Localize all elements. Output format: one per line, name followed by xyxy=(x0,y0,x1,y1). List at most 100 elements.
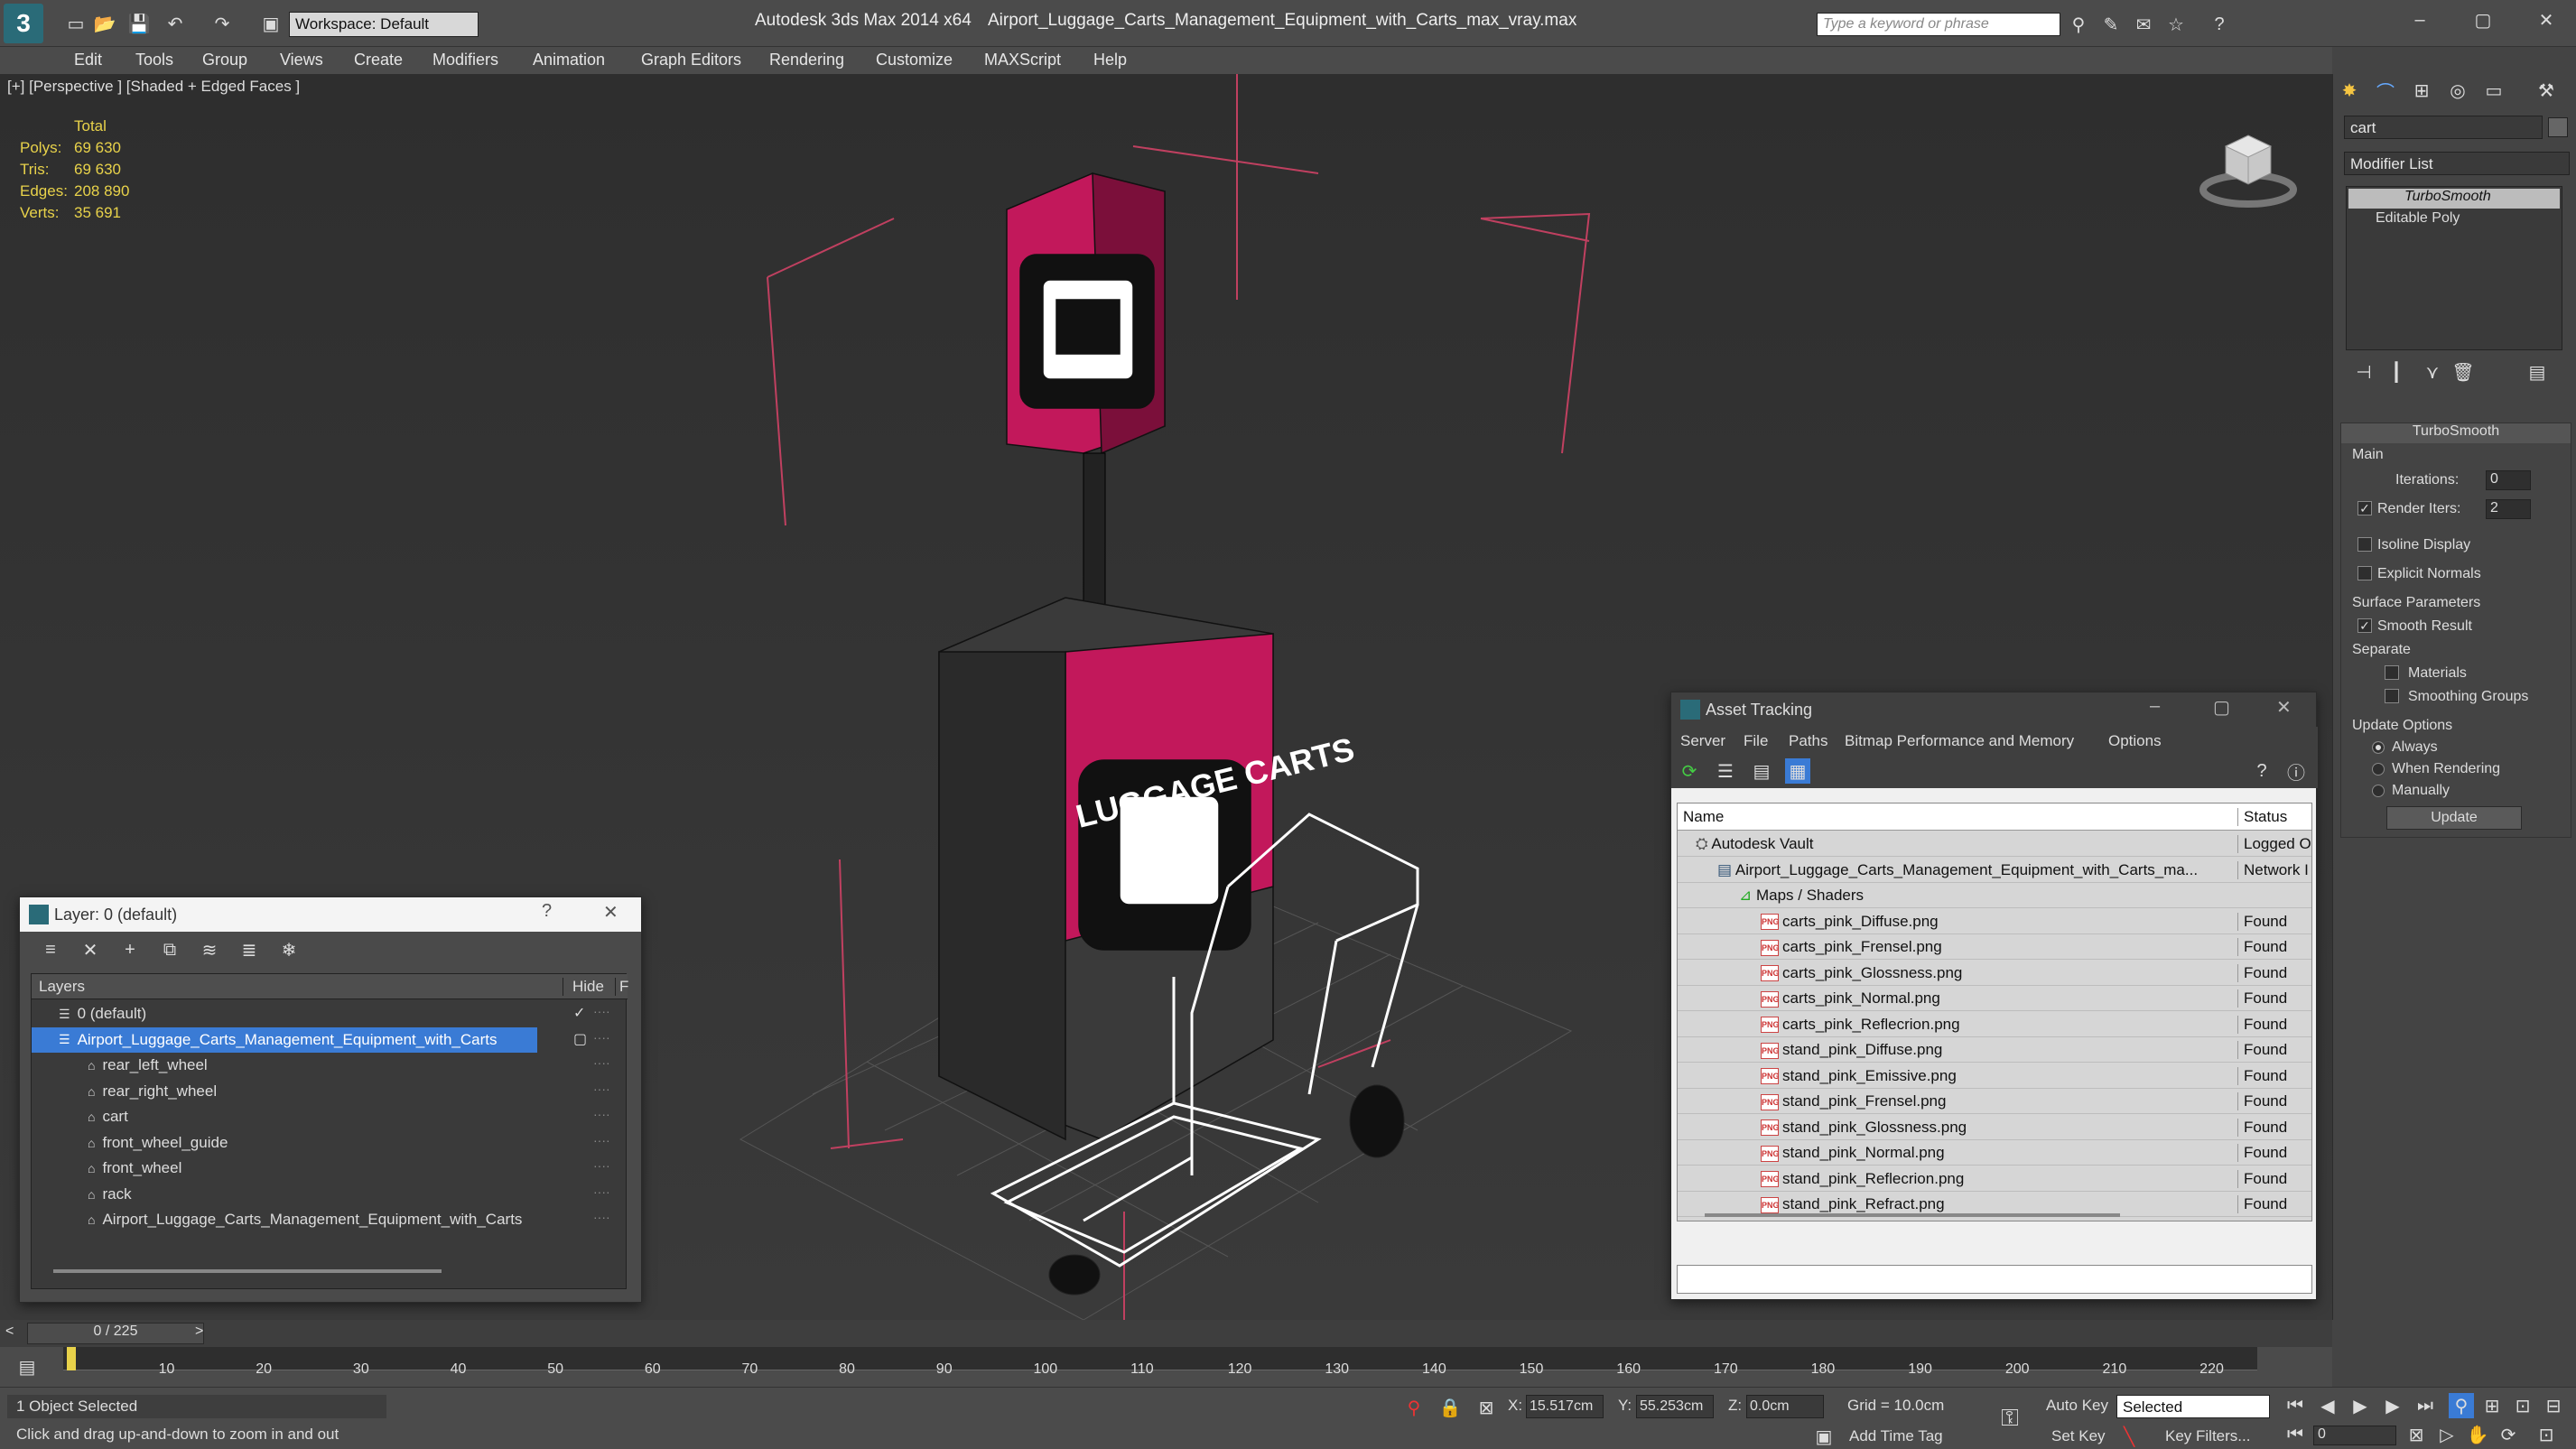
menu-tools[interactable]: Tools xyxy=(135,51,173,70)
key-mode-toggle-icon[interactable]: ⏮ xyxy=(2283,1422,2308,1447)
asset-row[interactable]: PNG carts_pink_Frensel.png Found xyxy=(1678,934,2311,960)
project-folder-icon[interactable]: ▣ xyxy=(258,11,284,36)
set-key-button[interactable]: Set Key xyxy=(2051,1427,2106,1445)
minimize-icon[interactable]: – xyxy=(2407,7,2432,33)
motion-tab-icon[interactable]: ◎ xyxy=(2445,78,2470,103)
remove-modifier-icon[interactable]: 🗑 xyxy=(2450,359,2476,385)
auto-key-button[interactable]: Auto Key xyxy=(2046,1397,2108,1415)
y-coord-field[interactable]: 55.253cm xyxy=(1636,1395,1714,1418)
make-unique-icon[interactable]: ⋎ xyxy=(2420,359,2445,385)
render-iters-spinner[interactable]: 2 xyxy=(2486,499,2531,519)
freeze-toggle-icon[interactable]: ···· xyxy=(593,1082,610,1096)
table-view-icon[interactable]: ▤ xyxy=(1749,758,1774,784)
menu-group[interactable]: Group xyxy=(202,51,247,70)
render-iters-checkbox[interactable]: ✓ xyxy=(2357,501,2372,516)
explicit-normals-checkbox[interactable] xyxy=(2357,566,2372,581)
time-slider[interactable]: 0 / 225 xyxy=(27,1323,204,1344)
freeze-toggle-icon[interactable]: ···· xyxy=(593,1158,610,1173)
zoom-extents-all-icon[interactable]: ⊟ xyxy=(2541,1393,2566,1418)
asset-info-icon[interactable]: ⓘ xyxy=(2283,758,2309,784)
hide-toggle-icon[interactable]: ✓ xyxy=(573,1004,585,1022)
help-icon[interactable]: ? xyxy=(2207,12,2232,37)
layer-row[interactable]: ☰ Airport_Luggage_Carts_Management_Equipm… xyxy=(32,1026,628,1053)
asset-row[interactable]: PNG carts_pink_Glossness.png Found xyxy=(1678,960,2311,986)
menu-modifiers[interactable]: Modifiers xyxy=(432,51,498,70)
utilities-tab-icon[interactable]: ⚒ xyxy=(2534,78,2559,103)
asset-menu-options[interactable]: Options xyxy=(2108,732,2162,750)
asset-path-field[interactable] xyxy=(1677,1265,2312,1294)
workspace-dropdown[interactable]: Workspace: Default xyxy=(289,12,479,37)
highlight-layer-icon[interactable]: ≋ xyxy=(197,937,222,962)
stack-item-editable-poly[interactable]: Editable Poly xyxy=(2348,210,2560,230)
layer-object-row[interactable]: ⌂ cart ···· xyxy=(32,1104,628,1129)
grid-view-icon[interactable]: ▦ xyxy=(1785,758,1810,784)
list-view-icon[interactable]: ☰ xyxy=(1713,758,1738,784)
goto-start-icon[interactable]: ⏮ xyxy=(2283,1393,2308,1418)
isolate-selection-icon[interactable]: ⚲ xyxy=(1401,1395,1427,1420)
zoom-extents-icon[interactable]: ⊡ xyxy=(2510,1393,2535,1418)
menu-maxscript[interactable]: MAXScript xyxy=(984,51,1061,70)
hide-toggle-icon[interactable]: ▢ xyxy=(573,1030,587,1048)
iterations-spinner[interactable]: 0 xyxy=(2486,470,2531,490)
layer-object-row[interactable]: ⌂ Airport_Luggage_Carts_Management_Equipm… xyxy=(32,1207,628,1232)
create-layer-icon[interactable]: ≡ xyxy=(38,937,63,962)
asset-maximize-icon[interactable]: ▢ xyxy=(2213,696,2230,719)
search-input[interactable]: Type a keyword or phrase xyxy=(1817,13,2060,36)
next-frame-icon[interactable]: ▶ xyxy=(2380,1393,2405,1418)
freeze-toggle-icon[interactable]: ···· xyxy=(593,1107,610,1121)
materials-checkbox[interactable] xyxy=(2385,665,2399,680)
orbit-icon[interactable]: ⟳ xyxy=(2496,1422,2521,1447)
asset-row[interactable]: PNG stand_pink_Diffuse.png Found xyxy=(1678,1037,2311,1063)
manually-radio[interactable] xyxy=(2372,785,2385,797)
zoom-icon[interactable]: ⚲ xyxy=(2449,1393,2474,1418)
asset-row[interactable]: PNG stand_pink_Emissive.png Found xyxy=(1678,1063,2311,1089)
asset-row[interactable]: PNG stand_pink_Normal.png Found xyxy=(1678,1140,2311,1166)
mini-curve-editor-icon[interactable]: ▤ xyxy=(14,1354,40,1379)
show-end-result-icon[interactable]: ┃ xyxy=(2384,359,2409,385)
layer-close-icon[interactable]: ✕ xyxy=(603,901,618,924)
save-icon[interactable]: 💾 xyxy=(126,11,152,36)
pan-view-icon[interactable]: ✋ xyxy=(2465,1422,2490,1447)
asset-menu-file[interactable]: File xyxy=(1744,732,1768,750)
configure-modifier-icon[interactable]: ▤ xyxy=(2525,359,2550,385)
layer-window-titlebar[interactable]: Layer: 0 (default) ? ✕ xyxy=(20,897,641,932)
time-slider-bar[interactable]: < 0 / 225 > xyxy=(0,1320,2332,1347)
selection-lock-icon[interactable]: 🔒 xyxy=(1437,1395,1463,1420)
freeze-toggle-icon[interactable]: ···· xyxy=(593,1055,610,1070)
current-frame-marker[interactable] xyxy=(67,1347,76,1370)
refresh-icon[interactable]: ⟳ xyxy=(1677,758,1702,784)
freeze-toggle-icon[interactable]: ···· xyxy=(593,1004,610,1018)
field-of-view-icon[interactable]: ▷ xyxy=(2434,1422,2460,1447)
asset-hscrollbar[interactable] xyxy=(1705,1213,2120,1217)
asset-row[interactable]: PNG carts_pink_Diffuse.png Found xyxy=(1678,908,2311,934)
when-rendering-radio[interactable] xyxy=(2372,763,2385,776)
open-file-icon[interactable]: 📂 xyxy=(92,11,117,36)
maximize-icon[interactable]: ▢ xyxy=(2470,7,2496,33)
col-name[interactable]: Name xyxy=(1683,808,1724,826)
z-coord-field[interactable]: 0.0cm xyxy=(1746,1395,1824,1418)
display-tab-icon[interactable]: ▭ xyxy=(2481,78,2506,103)
isoline-checkbox[interactable] xyxy=(2357,537,2372,552)
hide-all-layers-icon[interactable]: ≣ xyxy=(237,937,262,962)
undo-icon[interactable]: ↶ xyxy=(163,11,188,36)
communication-icon[interactable]: ✉ xyxy=(2131,12,2156,37)
modifier-list-dropdown[interactable]: Modifier List xyxy=(2344,152,2570,175)
absolute-mode-icon[interactable]: ⊠ xyxy=(1474,1395,1499,1420)
menu-views[interactable]: Views xyxy=(280,51,323,70)
freeze-toggle-icon[interactable]: ···· xyxy=(593,1030,610,1045)
play-icon[interactable]: ▶ xyxy=(2348,1393,2373,1418)
asset-row[interactable]: PNG carts_pink_Reflecrion.png Found xyxy=(1678,1011,2311,1037)
binoculars-icon[interactable]: ⚲ xyxy=(2066,12,2091,37)
subscription-icon[interactable]: ✎ xyxy=(2098,12,2124,37)
menu-create[interactable]: Create xyxy=(354,51,403,70)
asset-row[interactable]: PNG carts_pink_Normal.png Found xyxy=(1678,986,2311,1011)
object-name-field[interactable]: cart xyxy=(2344,116,2543,139)
asset-row[interactable]: PNG stand_pink_Glossness.png Found xyxy=(1678,1114,2311,1140)
smoothing-groups-checkbox[interactable] xyxy=(2385,689,2399,703)
asset-menu-server[interactable]: Server xyxy=(1680,732,1725,750)
asset-row[interactable]: ⊿ Maps / Shaders xyxy=(1678,883,2311,908)
layer-object-row[interactable]: ⌂ rear_right_wheel ···· xyxy=(32,1079,628,1104)
key-mode-icon[interactable]: ╲ xyxy=(2116,1424,2142,1449)
col-layers[interactable]: Layers xyxy=(39,978,85,996)
goto-end-icon[interactable]: ⏭ xyxy=(2413,1393,2438,1418)
